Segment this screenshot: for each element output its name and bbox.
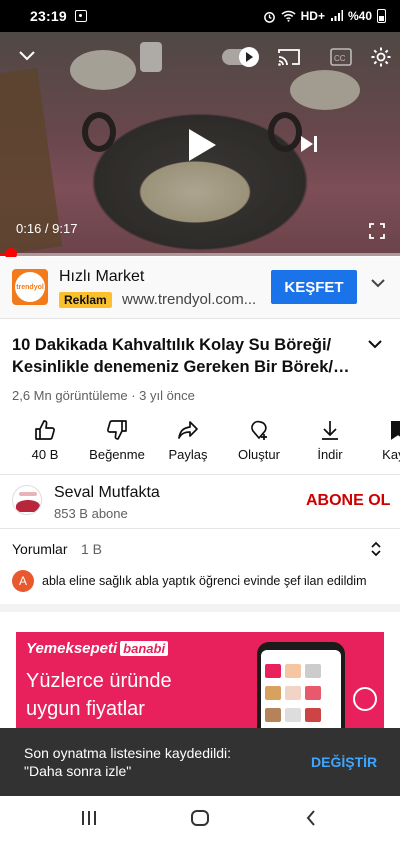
create-label: Oluştur — [238, 447, 280, 462]
time-readout: 0:16 / 9:17 — [16, 221, 77, 236]
snackbar-line-2: "Daha sonra izle" — [24, 763, 132, 779]
divider — [0, 474, 400, 475]
video-title-line1: 10 Dakikada Kahvaltılık Kolay Su Böreği/ — [12, 336, 332, 354]
video-meta[interactable]: 2,6 Mn görüntüleme · 3 yıl önce — [12, 388, 195, 403]
ad-cta-button[interactable]: KEŞFET — [271, 270, 357, 304]
subscriber-count: 853 B abone — [54, 506, 128, 521]
status-time: 23:19 — [30, 8, 67, 24]
dislike-button[interactable]: Beğenme — [77, 416, 157, 462]
signal-icon — [330, 10, 343, 21]
commenter-avatar[interactable]: A — [12, 570, 34, 592]
recent-apps-icon[interactable] — [80, 810, 98, 826]
create-button[interactable]: Oluştur — [219, 416, 299, 462]
snackbar-change-button[interactable]: DEĞİŞTİR — [311, 754, 377, 770]
ad-title: Hızlı Market — [59, 268, 145, 285]
system-nav-bar — [0, 796, 400, 844]
phone-screen — [261, 650, 341, 732]
subscribe-button[interactable]: ABONE OL — [306, 492, 390, 510]
svg-text:CC: CC — [334, 54, 346, 63]
progress-bar[interactable] — [0, 248, 400, 260]
autoplay-toggle[interactable] — [222, 47, 259, 67]
share-button[interactable]: Paylaş — [148, 416, 228, 462]
share-label: Paylaş — [168, 447, 208, 462]
time-separator: / — [41, 221, 53, 236]
captions-icon[interactable]: CC — [330, 48, 352, 66]
like-count: 40 B — [31, 447, 59, 462]
status-indicators: HD+ %40 — [263, 9, 386, 23]
banner-ad[interactable]: Yemeksepeti banabi Yüzlerce üründe uygun … — [16, 632, 384, 732]
create-icon — [251, 420, 267, 440]
play-icon[interactable] — [187, 128, 217, 162]
dislike-label: Beğenme — [89, 447, 145, 462]
ad-badge: Reklam — [59, 292, 112, 308]
download-icon — [322, 421, 338, 440]
banner-brand-name: Yemeksepeti — [26, 640, 118, 657]
cast-icon[interactable] — [278, 48, 300, 66]
wifi-icon — [281, 10, 296, 22]
channel-avatar[interactable] — [12, 485, 42, 515]
video-title-line2: Kesinlikle denemeniz Gereken Bir Börek/S… — [12, 358, 357, 376]
banner-brand-tag: banabi — [120, 641, 169, 656]
snackbar-line-1: Son oynatma listesine kaydedildi: — [24, 745, 232, 761]
duration: 9:17 — [52, 221, 78, 236]
expand-description-icon[interactable] — [367, 338, 383, 350]
like-button[interactable]: 40 B — [5, 416, 85, 462]
notification-icon — [74, 10, 87, 22]
channel-name[interactable]: Seval Mutfakta — [54, 484, 160, 502]
home-icon[interactable] — [191, 810, 209, 826]
expand-comments-icon[interactable] — [369, 540, 383, 558]
snackbar: Son oynatma listesine kaydedildi: "Daha … — [0, 728, 400, 796]
save-icon — [391, 421, 400, 440]
phone-illustration — [257, 642, 345, 732]
comment-text[interactable]: abla eline sağlık abla yaptık öğrenci ev… — [42, 574, 367, 588]
banner-headline-2: uygun fiyatlar — [26, 698, 145, 720]
divider — [0, 528, 400, 529]
next-video-icon[interactable] — [299, 134, 319, 154]
status-bar: 23:19 HD+ %40 — [0, 0, 400, 32]
video-player[interactable]: CC 0:16 / 9:17 — [0, 32, 400, 256]
thumbs-down-icon — [107, 420, 127, 440]
save-button[interactable]: Kayd — [357, 416, 400, 462]
share-icon — [178, 421, 198, 439]
battery-icon — [377, 9, 386, 23]
banner-headline-1: Yüzlerce üründe — [26, 670, 172, 692]
logo-text: trendyol — [15, 272, 45, 302]
save-label: Kayd — [382, 447, 400, 462]
thumbs-up-icon — [35, 420, 55, 440]
back-icon[interactable] — [305, 810, 317, 826]
section-separator — [0, 604, 400, 612]
advertiser-logo: trendyol — [12, 269, 48, 305]
settings-gear-icon[interactable] — [370, 46, 392, 68]
network-type: HD+ — [300, 9, 325, 23]
current-time: 0:16 — [16, 221, 42, 236]
battery-percent: %40 — [347, 9, 372, 23]
fullscreen-icon[interactable] — [369, 223, 385, 239]
video-title[interactable]: 10 Dakikada Kahvaltılık Kolay Su Böreği/… — [12, 334, 357, 378]
comments-count: 1 B — [81, 541, 103, 557]
snackbar-message: Son oynatma listesine kaydedildi: "Daha … — [24, 744, 231, 780]
banner-brand: Yemeksepeti banabi — [26, 640, 169, 657]
comments-heading[interactable]: Yorumlar — [12, 541, 68, 557]
minimize-icon[interactable] — [18, 50, 36, 62]
ad-url: www.trendyol.com... — [122, 291, 257, 308]
alarm-icon — [263, 11, 275, 23]
chevron-down-icon[interactable] — [370, 277, 386, 289]
action-bar: 40 B Beğenme Paylaş Oluştur İndir Kayd — [0, 416, 400, 468]
ad-row[interactable]: trendyol Hızlı Market Reklam www.trendyo… — [0, 257, 400, 319]
autoplay-icon — [239, 47, 259, 67]
smile-icon — [353, 687, 377, 711]
